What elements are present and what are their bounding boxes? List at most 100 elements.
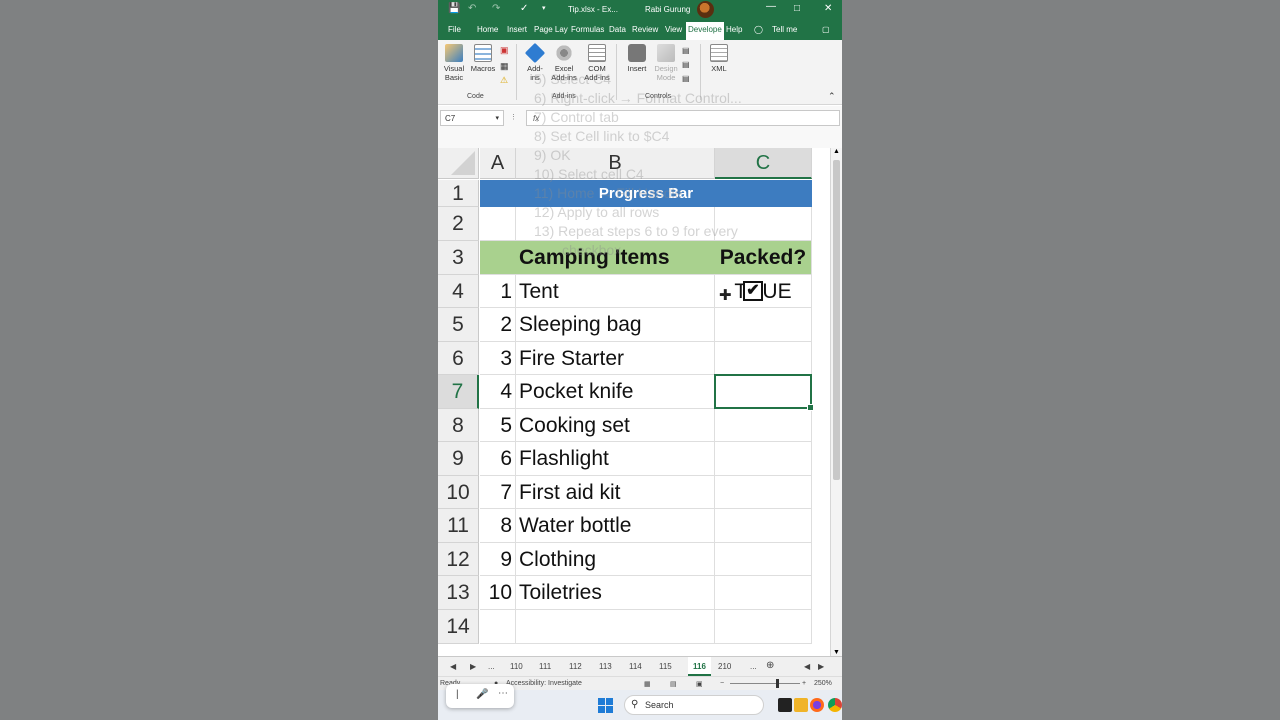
item-name[interactable]: Fire Starter: [516, 342, 715, 375]
row-header-11[interactable]: 11: [438, 509, 479, 543]
tab-home[interactable]: Home: [477, 25, 498, 34]
redo-icon[interactable]: ↷: [492, 3, 500, 15]
row-header-4[interactable]: 4: [438, 275, 479, 308]
scrollbar-thumb[interactable]: [833, 160, 840, 480]
item-number[interactable]: 8: [480, 509, 516, 543]
zoom-slider-thumb[interactable]: [776, 679, 779, 688]
spreadsheet-grid[interactable]: A B C 1 2 3 4 5 6 7 8 9 10 11 12 13 14 Camping Items Pa…: [438, 148, 830, 656]
row-header-2[interactable]: 2: [438, 207, 479, 241]
microphone-icon[interactable]: 🎤: [476, 689, 488, 700]
sheet-tab[interactable]: 111: [539, 662, 551, 671]
item-name[interactable]: Sleeping bag: [516, 308, 715, 342]
item-name[interactable]: Toiletries: [516, 576, 715, 610]
row-header-7[interactable]: 7: [438, 375, 479, 409]
header-packed[interactable]: Packed?: [715, 241, 812, 275]
item-number[interactable]: 5: [480, 409, 516, 442]
task-view-icon[interactable]: [778, 698, 792, 712]
zoom-slider[interactable]: [730, 679, 800, 688]
hscroll-right-icon[interactable]: ▶: [818, 662, 824, 671]
more-options-icon[interactable]: ⋯: [498, 688, 508, 699]
selected-cell-c7[interactable]: [714, 374, 814, 411]
undo-icon[interactable]: ↶: [468, 3, 476, 15]
item-number[interactable]: 2: [480, 308, 516, 342]
excel-addins-button[interactable]: Excel Add-ins: [550, 44, 578, 82]
row-header-1[interactable]: 1: [438, 180, 479, 207]
item-number[interactable]: 4: [480, 375, 516, 409]
view-code-icon[interactable]: ▤: [682, 60, 690, 69]
item-name[interactable]: Tent: [516, 275, 715, 308]
item-packed[interactable]: [715, 476, 812, 509]
item-number[interactable]: 10: [480, 576, 516, 610]
macro-security-icon[interactable]: ⚠: [500, 76, 508, 85]
item-packed[interactable]: [715, 308, 812, 342]
tab-review[interactable]: Review: [632, 25, 658, 34]
sheet-tab[interactable]: 110: [510, 662, 523, 671]
row-header-3[interactable]: 3: [438, 241, 479, 275]
comments-icon[interactable]: ▢: [822, 25, 830, 34]
item-packed[interactable]: [715, 409, 812, 442]
tab-view[interactable]: View: [665, 25, 682, 34]
column-header-b[interactable]: B: [516, 148, 715, 179]
progress-bar-title[interactable]: Progress Bar: [480, 180, 812, 207]
name-box-dropdown-icon[interactable]: ▾: [495, 114, 499, 122]
text-cursor-icon[interactable]: |: [456, 689, 459, 700]
formula-input[interactable]: fx: [526, 110, 840, 126]
minimize-icon[interactable]: —: [766, 1, 776, 13]
item-packed[interactable]: [715, 576, 812, 610]
formula-more-icon[interactable]: ⋮: [510, 113, 517, 121]
sheet-tab[interactable]: 113: [599, 662, 612, 671]
close-icon[interactable]: ✕: [824, 3, 832, 15]
run-dialog-icon[interactable]: ▤: [682, 74, 690, 83]
scroll-up-icon[interactable]: ▲: [833, 148, 840, 155]
item-number[interactable]: 6: [480, 442, 516, 476]
relative-references-icon[interactable]: ▦: [500, 62, 509, 71]
row-header-8[interactable]: 8: [438, 409, 479, 442]
sheet-tab[interactable]: ...: [750, 662, 757, 671]
zoom-out-icon[interactable]: −: [720, 680, 724, 687]
cell-a3[interactable]: [480, 241, 516, 275]
spellcheck-icon[interactable]: ✓: [520, 3, 528, 15]
save-icon[interactable]: 💾: [448, 3, 460, 15]
com-addins-button[interactable]: COM Add-ins: [582, 44, 612, 82]
user-avatar[interactable]: [697, 1, 714, 18]
tab-file[interactable]: File: [448, 25, 461, 34]
tab-help[interactable]: Help: [726, 25, 742, 34]
chrome-icon[interactable]: [828, 698, 842, 712]
item-number[interactable]: 7: [480, 476, 516, 509]
item-number[interactable]: 9: [480, 543, 516, 576]
normal-view-icon[interactable]: ▦: [644, 680, 651, 688]
quick-access-dropdown-icon[interactable]: ▾: [542, 3, 546, 15]
taskbar-search[interactable]: ⚲ Search: [624, 695, 764, 715]
sheet-tab[interactable]: 112: [569, 662, 582, 671]
item-name[interactable]: Flashlight: [516, 442, 715, 476]
page-break-view-icon[interactable]: ▣: [696, 680, 703, 688]
item-name[interactable]: First aid kit: [516, 476, 715, 509]
header-camping-items[interactable]: Camping Items: [516, 241, 715, 275]
item-name[interactable]: Cooking set: [516, 409, 715, 442]
name-box[interactable]: C7 ▾: [440, 110, 504, 126]
row-header-12[interactable]: 12: [438, 543, 479, 576]
tab-formulas[interactable]: Formulas: [571, 25, 604, 34]
cell-row2[interactable]: [715, 207, 812, 241]
scroll-down-icon[interactable]: ▼: [833, 649, 840, 656]
tab-data[interactable]: Data: [609, 25, 626, 34]
sheet-tab[interactable]: 210: [718, 662, 731, 671]
row-header-5[interactable]: 5: [438, 308, 479, 342]
next-sheet-icon[interactable]: ▶: [470, 662, 476, 671]
row-header-9[interactable]: 9: [438, 442, 479, 476]
prev-sheet-icon[interactable]: ◀: [450, 662, 456, 671]
add-sheet-icon[interactable]: ⊕: [766, 660, 774, 671]
cell-row2[interactable]: [480, 207, 516, 241]
row-header-14[interactable]: 14: [438, 610, 479, 644]
accessibility-status[interactable]: Accessibility: Investigate: [506, 680, 582, 687]
hscroll-left-icon[interactable]: ◀: [804, 662, 810, 671]
sheet-tab[interactable]: 116: [688, 657, 711, 676]
item-packed[interactable]: [715, 342, 812, 375]
tab-insert[interactable]: Insert: [507, 25, 527, 34]
insert-control-button[interactable]: Insert: [624, 44, 650, 73]
macros-button[interactable]: Macros: [468, 44, 498, 73]
windows-start-icon[interactable]: [598, 698, 613, 713]
zoom-in-icon[interactable]: +: [802, 680, 806, 687]
tab-page-layout[interactable]: Page Lay: [534, 25, 568, 34]
sheet-tab[interactable]: 114: [629, 662, 642, 671]
